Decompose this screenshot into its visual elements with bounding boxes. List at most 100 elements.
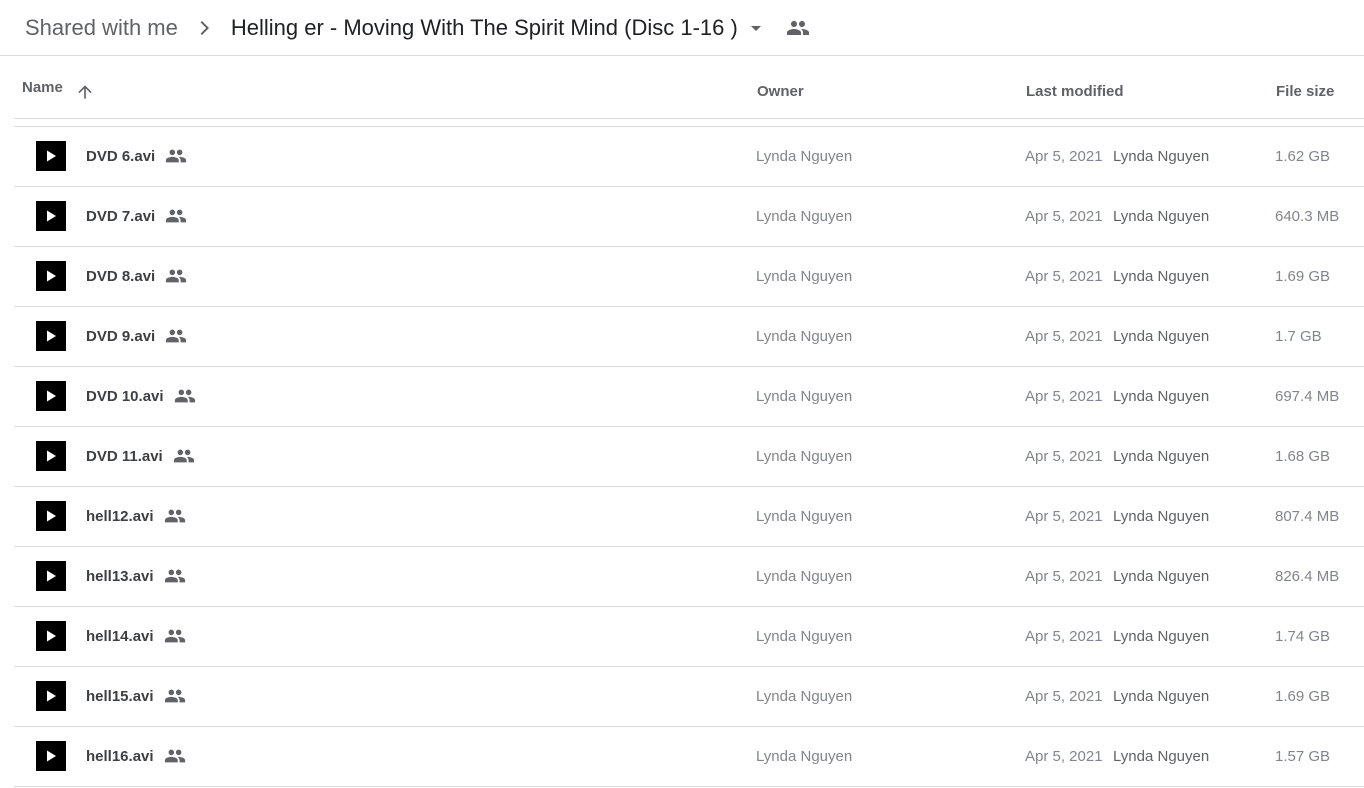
file-name-cell: DVD 9.avi <box>86 307 187 366</box>
people-icon <box>164 625 186 647</box>
file-row[interactable]: DVD 8.avi Lynda Nguyen Apr 5, 2021 Lynda Ng… <box>14 247 1364 307</box>
file-modified-date: Apr 5, 2021 <box>1025 208 1103 225</box>
file-modified-by: Lynda Nguyen <box>1113 148 1210 165</box>
file-list: DVD 6.avi Lynda Nguyen Apr 5, 2021 Lynda Ng… <box>14 127 1364 787</box>
video-play-icon <box>36 681 66 711</box>
file-owner: Lynda Nguyen <box>756 268 853 285</box>
file-owner: Lynda Nguyen <box>756 748 853 765</box>
file-modified-by: Lynda Nguyen <box>1113 388 1210 405</box>
file-name-cell: DVD 10.avi <box>86 367 196 426</box>
arrow-drop-down-icon[interactable] <box>744 16 768 40</box>
video-play-icon <box>36 621 66 651</box>
file-modified-date: Apr 5, 2021 <box>1025 628 1103 645</box>
people-icon <box>786 16 810 40</box>
file-row[interactable]: DVD 7.avi Lynda Nguyen Apr 5, 2021 Lynda Ng… <box>14 187 1364 247</box>
file-modified-date: Apr 5, 2021 <box>1025 268 1103 285</box>
file-size: 697.4 MB <box>1275 388 1340 405</box>
file-owner: Lynda Nguyen <box>756 508 853 525</box>
file-owner: Lynda Nguyen <box>756 568 853 585</box>
file-name-cell: hell14.avi <box>86 607 186 666</box>
video-play-icon <box>36 381 66 411</box>
file-name-cell: hell16.avi <box>86 727 186 786</box>
file-owner: Lynda Nguyen <box>756 328 853 345</box>
people-icon <box>165 145 187 167</box>
file-modified-by: Lynda Nguyen <box>1113 508 1210 525</box>
file-name[interactable]: DVD 6.avi <box>86 148 155 165</box>
column-header-owner[interactable]: Owner <box>757 57 804 119</box>
video-play-icon <box>36 261 66 291</box>
file-row[interactable]: hell13.avi Lynda Nguyen Apr 5, 2021 Lynda N… <box>14 547 1364 607</box>
file-modified-by: Lynda Nguyen <box>1113 208 1210 225</box>
file-size: 1.69 GB <box>1275 688 1331 705</box>
file-owner: Lynda Nguyen <box>756 148 853 165</box>
file-name[interactable]: DVD 11.avi <box>86 448 163 465</box>
column-header-file-size[interactable]: File size <box>1276 57 1334 119</box>
chevron-right-icon <box>192 16 216 40</box>
file-size: 1.68 GB <box>1275 448 1331 465</box>
file-size: 1.69 GB <box>1275 268 1331 285</box>
file-modified-date: Apr 5, 2021 <box>1025 148 1103 165</box>
video-play-icon <box>36 441 66 471</box>
file-modified-date: Apr 5, 2021 <box>1025 688 1103 705</box>
file-name[interactable]: hell15.avi <box>86 688 154 705</box>
file-name[interactable]: hell13.avi <box>86 568 154 585</box>
people-icon <box>165 265 187 287</box>
file-owner: Lynda Nguyen <box>756 448 853 465</box>
file-row[interactable]: hell16.avi Lynda Nguyen Apr 5, 2021 Lynda N… <box>14 727 1364 787</box>
file-owner: Lynda Nguyen <box>756 208 853 225</box>
top-bar: Shared with me Helling er - Moving With … <box>0 0 1364 56</box>
file-name[interactable]: DVD 7.avi <box>86 208 155 225</box>
file-name[interactable]: DVD 8.avi <box>86 268 155 285</box>
file-modified-by: Lynda Nguyen <box>1113 688 1210 705</box>
file-name-cell: DVD 11.avi <box>86 427 195 486</box>
file-row[interactable]: DVD 6.avi Lynda Nguyen Apr 5, 2021 Lynda Ng… <box>14 127 1364 187</box>
file-modified-by: Lynda Nguyen <box>1113 328 1210 345</box>
file-size: 1.62 GB <box>1275 148 1331 165</box>
video-play-icon <box>36 141 66 171</box>
file-modified-by: Lynda Nguyen <box>1113 628 1210 645</box>
file-row[interactable]: hell14.avi Lynda Nguyen Apr 5, 2021 Lynda N… <box>14 607 1364 667</box>
file-size: 640.3 MB <box>1275 208 1340 225</box>
breadcrumb: Shared with me Helling er - Moving With … <box>14 8 810 48</box>
file-name-cell: DVD 8.avi <box>86 247 187 306</box>
file-name-cell: hell15.avi <box>86 667 186 726</box>
file-size: 1.74 GB <box>1275 628 1331 645</box>
file-name[interactable]: hell16.avi <box>86 748 154 765</box>
file-row[interactable]: DVD 10.avi Lynda Nguyen Apr 5, 2021 Lynda N… <box>14 367 1364 427</box>
file-name[interactable]: hell12.avi <box>86 508 154 525</box>
column-header-name-label: Name <box>22 79 63 96</box>
breadcrumb-shared-with-me[interactable]: Shared with me <box>14 10 189 46</box>
file-name-cell: DVD 7.avi <box>86 187 187 246</box>
breadcrumb-current-folder[interactable]: Helling er - Moving With The Spirit Mind… <box>223 10 772 46</box>
column-header-row: Name Owner Last modified File size <box>14 57 1364 119</box>
file-name-cell: hell13.avi <box>86 547 186 606</box>
file-modified-by: Lynda Nguyen <box>1113 448 1210 465</box>
video-play-icon <box>36 741 66 771</box>
file-modified-date: Apr 5, 2021 <box>1025 388 1103 405</box>
file-modified-by: Lynda Nguyen <box>1113 268 1210 285</box>
people-icon <box>164 685 186 707</box>
file-owner: Lynda Nguyen <box>756 628 853 645</box>
column-header-last-modified[interactable]: Last modified <box>1026 57 1124 119</box>
file-name[interactable]: DVD 9.avi <box>86 328 155 345</box>
file-name[interactable]: DVD 10.avi <box>86 388 164 405</box>
file-modified-date: Apr 5, 2021 <box>1025 508 1103 525</box>
video-play-icon <box>36 561 66 591</box>
file-modified-date: Apr 5, 2021 <box>1025 448 1103 465</box>
file-size: 826.4 MB <box>1275 568 1340 585</box>
arrow-up-icon[interactable] <box>75 82 95 102</box>
file-row[interactable]: DVD 9.avi Lynda Nguyen Apr 5, 2021 Lynda Ng… <box>14 307 1364 367</box>
column-header-name[interactable]: Name <box>22 57 95 119</box>
file-size: 1.7 GB <box>1275 328 1322 345</box>
file-row[interactable]: DVD 11.avi Lynda Nguyen Apr 5, 2021 Lynda N… <box>14 427 1364 487</box>
file-row[interactable]: hell12.avi Lynda Nguyen Apr 5, 2021 Lynda N… <box>14 487 1364 547</box>
file-row[interactable]: hell15.avi Lynda Nguyen Apr 5, 2021 Lynda N… <box>14 667 1364 727</box>
video-play-icon <box>36 501 66 531</box>
file-modified-by: Lynda Nguyen <box>1113 568 1210 585</box>
file-modified-by: Lynda Nguyen <box>1113 748 1210 765</box>
people-icon <box>164 565 186 587</box>
file-name[interactable]: hell14.avi <box>86 628 154 645</box>
file-modified-date: Apr 5, 2021 <box>1025 748 1103 765</box>
file-size: 1.57 GB <box>1275 748 1331 765</box>
video-play-icon <box>36 201 66 231</box>
